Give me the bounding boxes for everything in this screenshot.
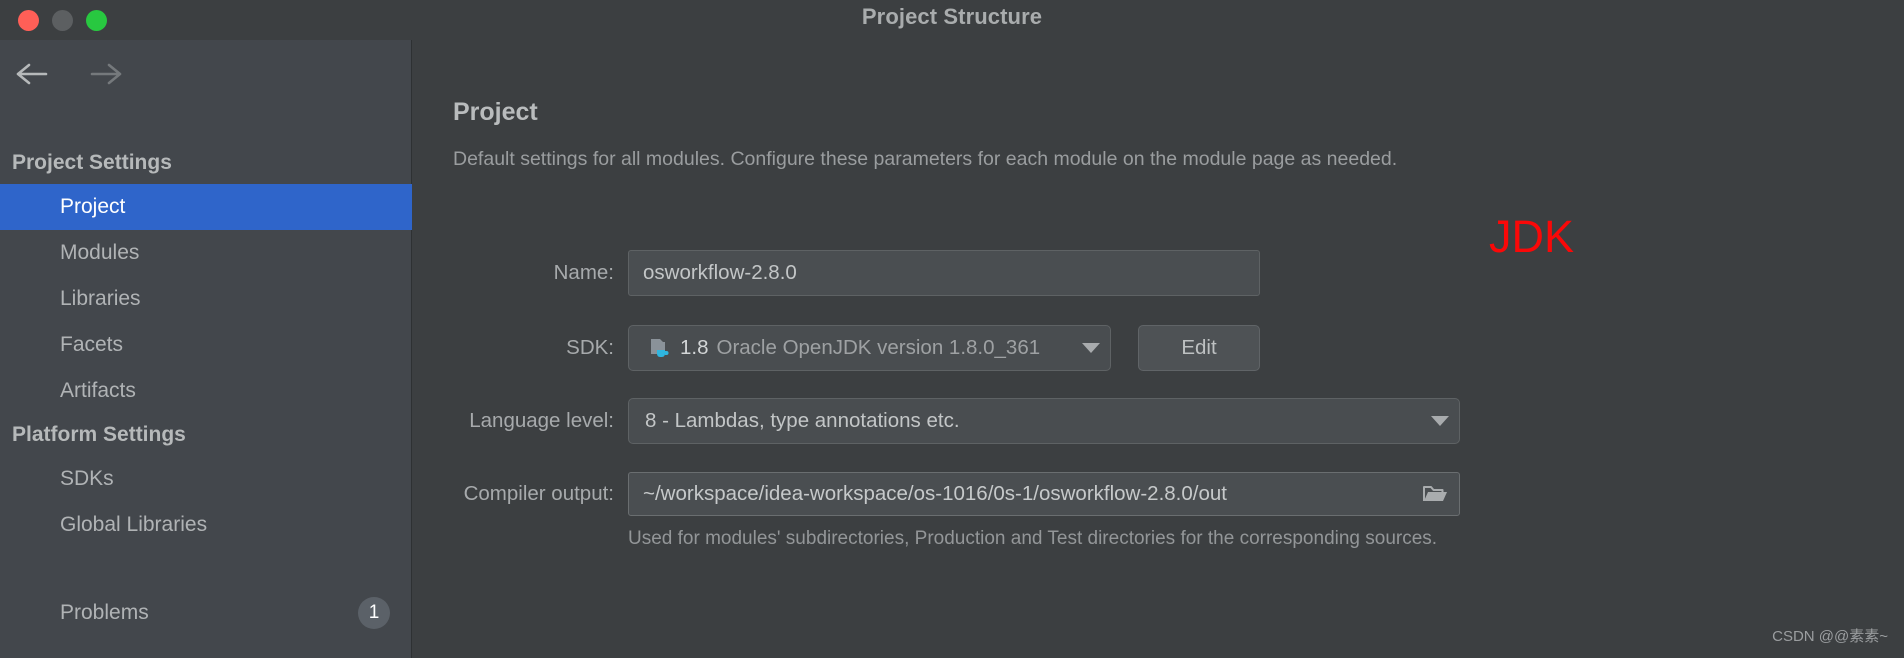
sidebar-item-modules[interactable]: Modules	[0, 230, 412, 276]
language-level-row: Language level: 8 - Lambdas, type annota…	[413, 398, 1460, 444]
back-button[interactable]	[10, 55, 56, 93]
compiler-output-row: Compiler output: ~/workspace/idea-worksp…	[413, 472, 1460, 516]
page-title: Project	[453, 98, 538, 126]
sidebar-list: Project Settings Project Modules Librari…	[0, 142, 412, 636]
sidebar-item-label: Global Libraries	[60, 513, 208, 536]
zoom-button[interactable]	[86, 9, 107, 31]
compiler-output-label: Compiler output:	[463, 482, 614, 505]
arrow-right-icon	[88, 63, 122, 85]
sdk-label: SDK:	[566, 336, 614, 359]
name-input-value: osworkflow-2.8.0	[643, 261, 797, 284]
sdk-row: SDK: 1.8 Oracle OpenJDK version 1.8.0_36…	[413, 325, 1260, 371]
jdk-annotation: JDK	[1489, 211, 1575, 262]
name-label: Name:	[553, 261, 614, 284]
arrow-left-icon	[16, 63, 50, 85]
edit-sdk-button[interactable]: Edit	[1138, 325, 1260, 371]
compiler-output-input[interactable]: ~/workspace/idea-workspace/os-1016/0s-1/…	[628, 472, 1460, 516]
sidebar-item-artifacts[interactable]: Artifacts	[0, 368, 412, 414]
language-level-label: Language level:	[469, 409, 614, 432]
title-bar: Project Structure	[0, 0, 1904, 40]
minimize-button[interactable]	[52, 9, 73, 31]
sidebar-item-sdks[interactable]: SDKs	[0, 456, 412, 502]
sdk-description: Oracle OpenJDK version 1.8.0_361	[716, 336, 1041, 359]
sidebar-item-facets[interactable]: Facets	[0, 322, 412, 368]
sidebar-section-platform-settings: Platform Settings	[12, 423, 186, 446]
name-row: Name: osworkflow-2.8.0	[413, 250, 1260, 296]
sidebar: Project Settings Project Modules Librari…	[0, 40, 412, 658]
project-structure-window: Project Structure Project Settings Proje…	[0, 0, 1904, 658]
sidebar-section-project-settings: Project Settings	[12, 151, 172, 174]
sidebar-item-label: Problems	[60, 601, 149, 624]
sdk-version: 1.8	[680, 336, 709, 359]
sidebar-item-label: Facets	[60, 333, 124, 356]
problems-count-badge: 1	[358, 597, 390, 629]
sidebar-item-label: Project	[60, 195, 126, 218]
chevron-down-icon	[1082, 343, 1100, 353]
forward-button[interactable]	[82, 55, 128, 93]
sdk-dropdown[interactable]: 1.8 Oracle OpenJDK version 1.8.0_361	[628, 325, 1111, 371]
sidebar-item-label: Modules	[60, 241, 140, 264]
language-level-value: 8 - Lambdas, type annotations etc.	[645, 409, 960, 432]
language-level-dropdown[interactable]: 8 - Lambdas, type annotations etc.	[628, 398, 1460, 444]
chevron-down-icon	[1431, 416, 1449, 426]
sidebar-item-libraries[interactable]: Libraries	[0, 276, 412, 322]
sidebar-item-problems[interactable]: Problems 1	[0, 590, 412, 636]
sidebar-item-global-libraries[interactable]: Global Libraries	[0, 502, 412, 548]
sidebar-item-label: SDKs	[60, 467, 114, 490]
java-sdk-folder-icon	[645, 335, 671, 361]
sidebar-item-label: Libraries	[60, 287, 141, 310]
window-title: Project Structure	[861, 4, 1043, 29]
sidebar-item-label: Artifacts	[60, 379, 136, 402]
folder-open-icon[interactable]	[1421, 482, 1449, 506]
name-input[interactable]: osworkflow-2.8.0	[628, 250, 1260, 296]
edit-button-label: Edit	[1181, 336, 1217, 359]
main-panel: Project Default settings for all modules…	[413, 40, 1904, 658]
compiler-output-value: ~/workspace/idea-workspace/os-1016/0s-1/…	[643, 482, 1227, 505]
page-subtitle: Default settings for all modules. Config…	[453, 148, 1398, 170]
traffic-lights	[12, 0, 107, 40]
watermark: CSDN @@素素~	[1772, 628, 1888, 645]
sidebar-item-project[interactable]: Project	[0, 184, 412, 230]
navigation-arrows	[0, 50, 412, 98]
compiler-output-hint: Used for modules' subdirectories, Produc…	[628, 528, 1438, 549]
close-button[interactable]	[18, 9, 39, 31]
